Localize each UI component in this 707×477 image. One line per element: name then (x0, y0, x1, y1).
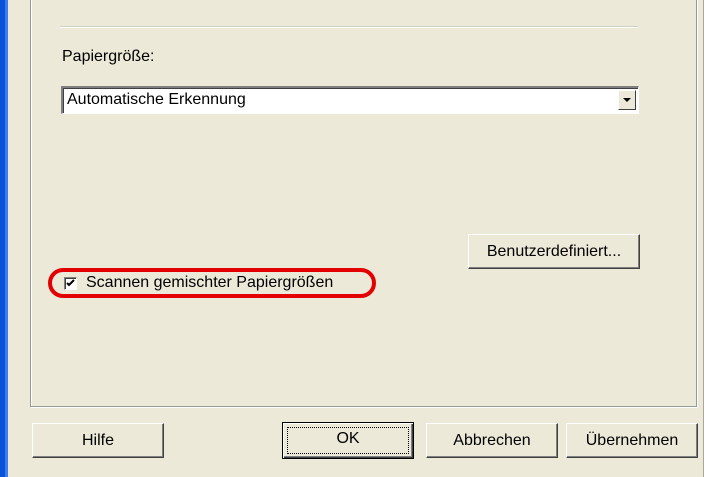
help-button-label: Hilfe (81, 432, 114, 449)
window-right-edge (703, 0, 707, 477)
custom-size-button-label: Benutzerdefiniert... (486, 243, 622, 260)
paper-size-label: Papiergröße: (62, 48, 155, 65)
apply-button-label: Übernehmen (585, 432, 679, 449)
window-left-border (0, 0, 8, 477)
paper-size-select[interactable]: Automatische Erkennung (61, 86, 639, 114)
mixed-sizes-label[interactable]: Scannen gemischter Papiergrößen (86, 274, 333, 292)
cancel-button[interactable]: Abbrechen (426, 423, 558, 458)
ok-button[interactable]: OK (282, 422, 414, 459)
help-button[interactable]: Hilfe (32, 423, 164, 458)
focus-rectangle (287, 427, 409, 454)
checkmark-icon (66, 279, 75, 287)
dropdown-button[interactable] (618, 90, 636, 110)
custom-size-button[interactable]: Benutzerdefiniert... (468, 234, 640, 269)
cancel-button-label: Abbrechen (453, 432, 531, 449)
mixed-sizes-checkbox[interactable] (64, 277, 77, 290)
apply-button[interactable]: Übernehmen (566, 423, 698, 458)
chevron-down-icon (623, 98, 631, 102)
paper-size-value: Automatische Erkennung (67, 91, 246, 108)
group-separator (60, 26, 638, 28)
